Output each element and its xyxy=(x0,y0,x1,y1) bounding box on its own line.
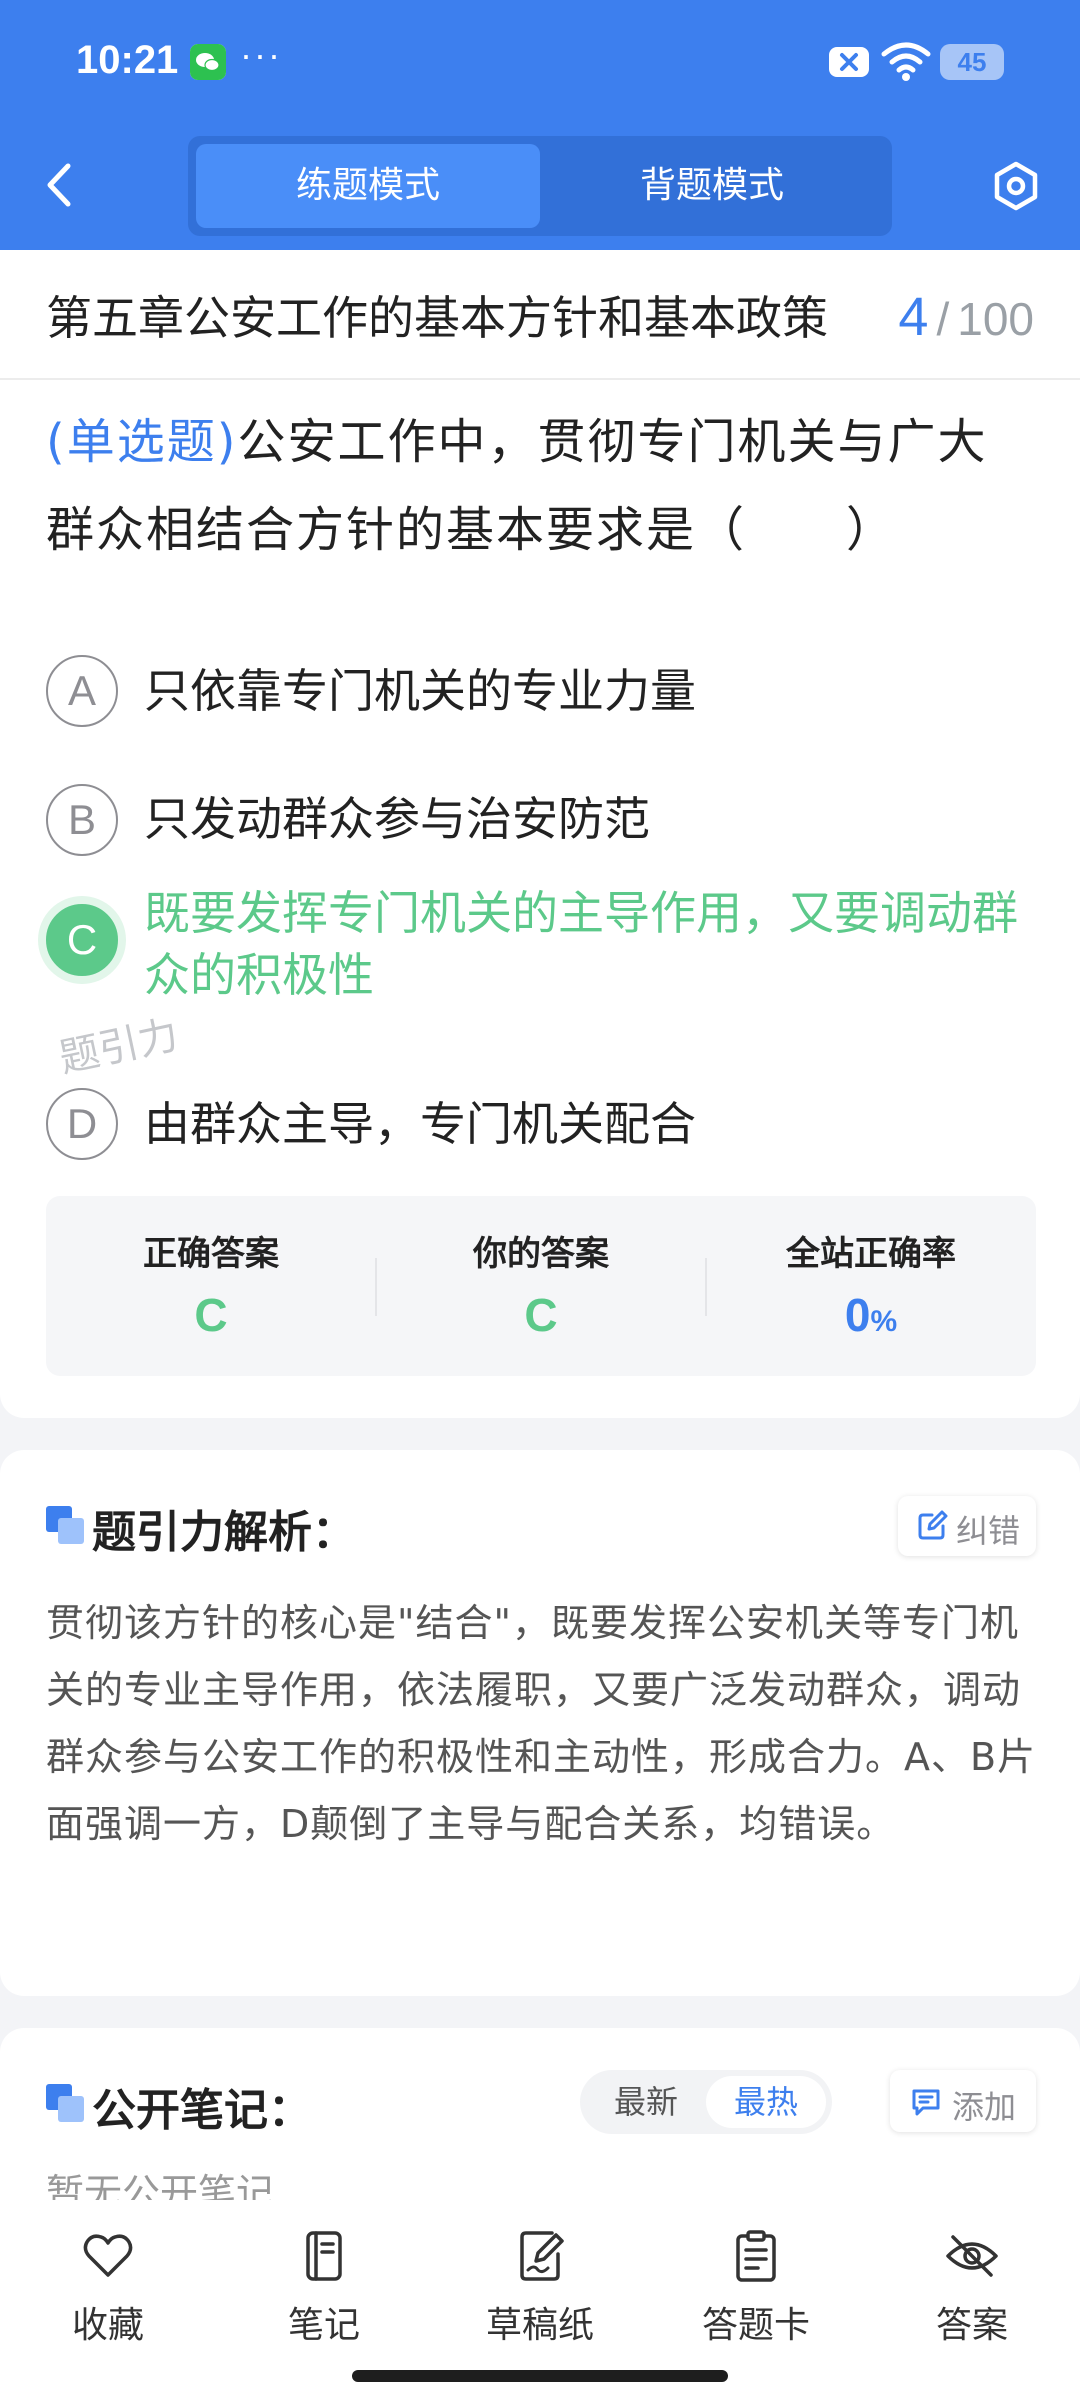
clipboard-icon xyxy=(736,2230,776,2282)
option-letter: A xyxy=(46,655,118,727)
tab-memorize-mode[interactable]: 背题模式 xyxy=(540,144,884,228)
divider xyxy=(0,378,1080,380)
sort-latest[interactable]: 最新 xyxy=(586,2076,706,2128)
home-indicator[interactable] xyxy=(352,2370,728,2382)
chapter-title: 第五章公安工作的基本方针和基本政策 xyxy=(46,291,828,345)
your-answer-label: 你的答案 xyxy=(473,1234,609,1274)
settings-icon[interactable] xyxy=(990,160,1042,212)
report-error-label: 纠错 xyxy=(956,1512,1021,1550)
status-time: 10:21 xyxy=(76,38,179,82)
add-note-button[interactable]: 添加 xyxy=(890,2070,1036,2132)
your-answer-col: 你的答案 C xyxy=(376,1196,706,1376)
status-more-dots: ··· xyxy=(240,34,282,75)
accuracy-unit: % xyxy=(870,1305,898,1338)
question-card: 第五章公安工作的基本方针和基本政策 4/100 (单选题)公安工作中，贯彻专门机… xyxy=(0,250,1080,1418)
wechat-icon xyxy=(190,44,226,80)
report-error-button[interactable]: 纠错 xyxy=(898,1496,1036,1556)
nav-label: 答题卡 xyxy=(701,2305,810,2346)
question-counter: 4/100 xyxy=(898,286,1034,348)
notebook-icon xyxy=(306,2231,342,2281)
section-icon xyxy=(46,1506,84,1544)
eye-off-icon xyxy=(946,2235,998,2277)
your-answer-value: C xyxy=(524,1289,558,1341)
mute-icon xyxy=(829,47,869,77)
option-text: 只发动群众参与治安防范 xyxy=(144,792,650,846)
correct-answer-value: C xyxy=(194,1289,228,1341)
option-text: 由群众主导，专门机关配合 xyxy=(144,1097,696,1151)
question-type: (单选题) xyxy=(46,414,238,470)
nav-notes[interactable]: 笔记 xyxy=(244,2228,404,2348)
nav-favorite[interactable]: 收藏 xyxy=(28,2228,188,2348)
nav-label: 笔记 xyxy=(287,2305,360,2346)
nav-answer[interactable]: 答案 xyxy=(892,2228,1052,2348)
mode-toggle: 练题模式 背题模式 xyxy=(188,136,892,236)
nav-draft[interactable]: 草稿纸 xyxy=(460,2228,620,2348)
accuracy-col: 全站正确率 0% xyxy=(706,1196,1036,1376)
analysis-card: 题引力解析： 纠错 贯彻该方针的核心是"结合"，既要发挥公安机关等专门机关的专业… xyxy=(0,1450,1080,1996)
nav-label: 收藏 xyxy=(71,2305,144,2346)
comment-icon xyxy=(912,2089,940,2116)
accuracy-value: 0% xyxy=(706,1288,1036,1342)
question-text: (单选题)公安工作中，贯彻专门机关与广大群众相结合方针的基本要求是（ ） xyxy=(46,398,1036,574)
option-letter: C xyxy=(46,904,118,976)
chevron-left-icon[interactable] xyxy=(40,160,80,210)
section-icon xyxy=(46,2084,84,2122)
edit-icon xyxy=(918,1510,948,1540)
wifi-icon xyxy=(881,42,931,81)
draft-icon xyxy=(520,2231,564,2281)
heart-icon xyxy=(83,2234,133,2277)
nav-label: 草稿纸 xyxy=(485,2305,594,2346)
option-letter: D xyxy=(46,1088,118,1160)
top-app-bar: 10:21 ··· 45 练题模式 背题模式 xyxy=(0,0,1080,250)
question-counter-separator: / xyxy=(936,293,950,345)
accuracy-label: 全站正确率 xyxy=(786,1234,956,1274)
question-total: 100 xyxy=(957,293,1034,345)
correct-answer-col: 正确答案 C xyxy=(46,1196,376,1376)
battery-level: 45 xyxy=(957,47,987,77)
question-current: 4 xyxy=(898,287,929,347)
answer-summary: 正确答案 C 你的答案 C 全站正确率 0% xyxy=(46,1196,1036,1376)
tab-practice-mode[interactable]: 练题模式 xyxy=(196,144,540,228)
notes-sort-toggle: 最新 最热 xyxy=(580,2070,832,2134)
option-text: 既要发挥专门机关的主导作用，又要调动群众的积极性 xyxy=(144,886,1018,1002)
nav-answer-sheet[interactable]: 答题卡 xyxy=(676,2228,836,2348)
sort-hot[interactable]: 最热 xyxy=(706,2076,826,2128)
analysis-title: 题引力解析： xyxy=(92,1507,356,1558)
add-note-label: 添加 xyxy=(952,2088,1017,2126)
accuracy-number: 0 xyxy=(844,1289,871,1341)
analysis-text: 贯彻该方针的核心是"结合"，既要发挥公安机关等专门机关的专业主导作用，依法履职，… xyxy=(46,1601,1037,1846)
nav-label: 答案 xyxy=(935,2305,1008,2346)
correct-answer-label: 正确答案 xyxy=(143,1234,279,1274)
option-letter: B xyxy=(46,784,118,856)
notes-title: 公开笔记： xyxy=(92,2085,312,2136)
option-text: 只依靠专门机关的专业力量 xyxy=(144,664,696,718)
